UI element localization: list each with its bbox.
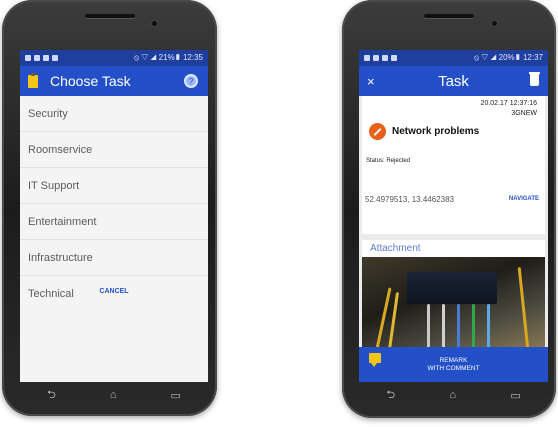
recents-key-icon[interactable]: ▭ [171, 389, 181, 402]
remark-label-line2: WITH COMMENT [427, 364, 480, 372]
cable [427, 304, 430, 350]
status-bar: ⦸ ▽ ◢ 20%▮ 12:37 [359, 50, 548, 66]
android-nav-bar: ⮌ ⌂ ▭ [20, 384, 208, 406]
comment-icon[interactable] [369, 353, 381, 367]
attachment-photo[interactable] [362, 257, 545, 350]
cable [457, 304, 460, 350]
cable [442, 304, 445, 350]
notification-icon [373, 55, 379, 61]
recents-key-icon[interactable]: ▭ [510, 389, 520, 402]
home-key-icon[interactable]: ⌂ [449, 389, 456, 401]
home-key-icon[interactable]: ⌂ [110, 389, 117, 401]
status-bar: ⦸ ▽ ◢ 21%▮ 12:35 [20, 50, 208, 66]
help-icon[interactable]: ? [184, 74, 198, 88]
notification-icon [391, 55, 397, 61]
speaker-grille [84, 14, 135, 18]
clipboard-icon [28, 72, 38, 88]
task-option-label: Infrastructure [28, 251, 93, 264]
remark-with-comment-button[interactable]: REMARK WITH COMMENT [428, 357, 480, 373]
page-title: Task [438, 72, 469, 90]
status-right: ⦸ ▽ ◢ 21%▮ 12:35 [133, 53, 203, 62]
notification-icon [43, 55, 49, 61]
task-coordinates: 52.4979513, 13.4462383 [365, 195, 454, 204]
bottom-action-bar: REMARK WITH COMMENT [359, 347, 548, 382]
page-title: Choose Task [50, 73, 131, 89]
cancel-button[interactable]: CANCEL [20, 288, 208, 295]
task-card: 20.02.17 12:37:16 3GNEW Network problems… [362, 96, 545, 234]
status-right: ⦸ ▽ ◢ 20%▮ 12:37 [473, 53, 543, 62]
speaker-grille [424, 14, 474, 18]
choose-task-screen: ⦸ ▽ ◢ 21%▮ 12:35 Choose Task ? Security … [20, 50, 208, 382]
task-option-security[interactable]: Security [20, 96, 208, 132]
front-camera [492, 21, 497, 26]
cable [472, 304, 475, 350]
task-option-label: Roomservice [28, 143, 93, 156]
app-bar: Choose Task ? [20, 66, 208, 96]
back-key-icon[interactable]: ⮌ [47, 386, 56, 405]
trash-icon[interactable] [529, 72, 540, 86]
task-title: Network problems [392, 126, 480, 137]
front-camera [152, 21, 157, 26]
remark-label-line1: REMARK [439, 356, 468, 364]
attachment-card: Attachment [362, 240, 545, 350]
network-problem-icon [369, 123, 386, 140]
notification-icon [364, 55, 370, 61]
task-option-label: Security [28, 107, 68, 120]
android-nav-bar: ⮌ ⌂ ▭ [359, 384, 548, 406]
task-option-infrastructure[interactable]: Infrastructure [20, 240, 208, 276]
task-datetime: 20.02.17 12:37:16 [480, 100, 537, 107]
phone-left: ⦸ ▽ ◢ 21%▮ 12:35 Choose Task ? Security … [2, 0, 217, 416]
notification-icon [34, 55, 40, 61]
cable [517, 267, 530, 350]
task-code: 3GNEW [511, 110, 537, 117]
task-option-it-support[interactable]: IT Support [20, 168, 208, 204]
task-option-entertainment[interactable]: Entertainment [20, 204, 208, 240]
notification-icon [382, 55, 388, 61]
notification-icon [25, 55, 31, 61]
task-detail-screen: ⦸ ▽ ◢ 20%▮ 12:37 × Task 20.02.17 12:37:1… [359, 50, 548, 382]
navigate-button[interactable]: NAVIGATE [509, 196, 539, 202]
network-switch-image [407, 272, 497, 304]
task-list: Security Roomservice IT Support Entertai… [20, 96, 208, 312]
task-option-roomservice[interactable]: Roomservice [20, 132, 208, 168]
back-key-icon[interactable]: ⮌ [386, 386, 395, 405]
notification-icons [364, 55, 397, 61]
cable [387, 292, 400, 350]
task-option-label: Entertainment [28, 215, 97, 228]
task-status: Status: Rejected [366, 158, 411, 164]
notification-icons [25, 55, 58, 61]
phone-right: ⦸ ▽ ◢ 20%▮ 12:37 × Task 20.02.17 12:37:1… [342, 0, 556, 418]
app-bar: × Task [359, 66, 548, 96]
cable [487, 304, 490, 350]
notification-icon [52, 55, 58, 61]
task-option-label: IT Support [28, 179, 80, 192]
